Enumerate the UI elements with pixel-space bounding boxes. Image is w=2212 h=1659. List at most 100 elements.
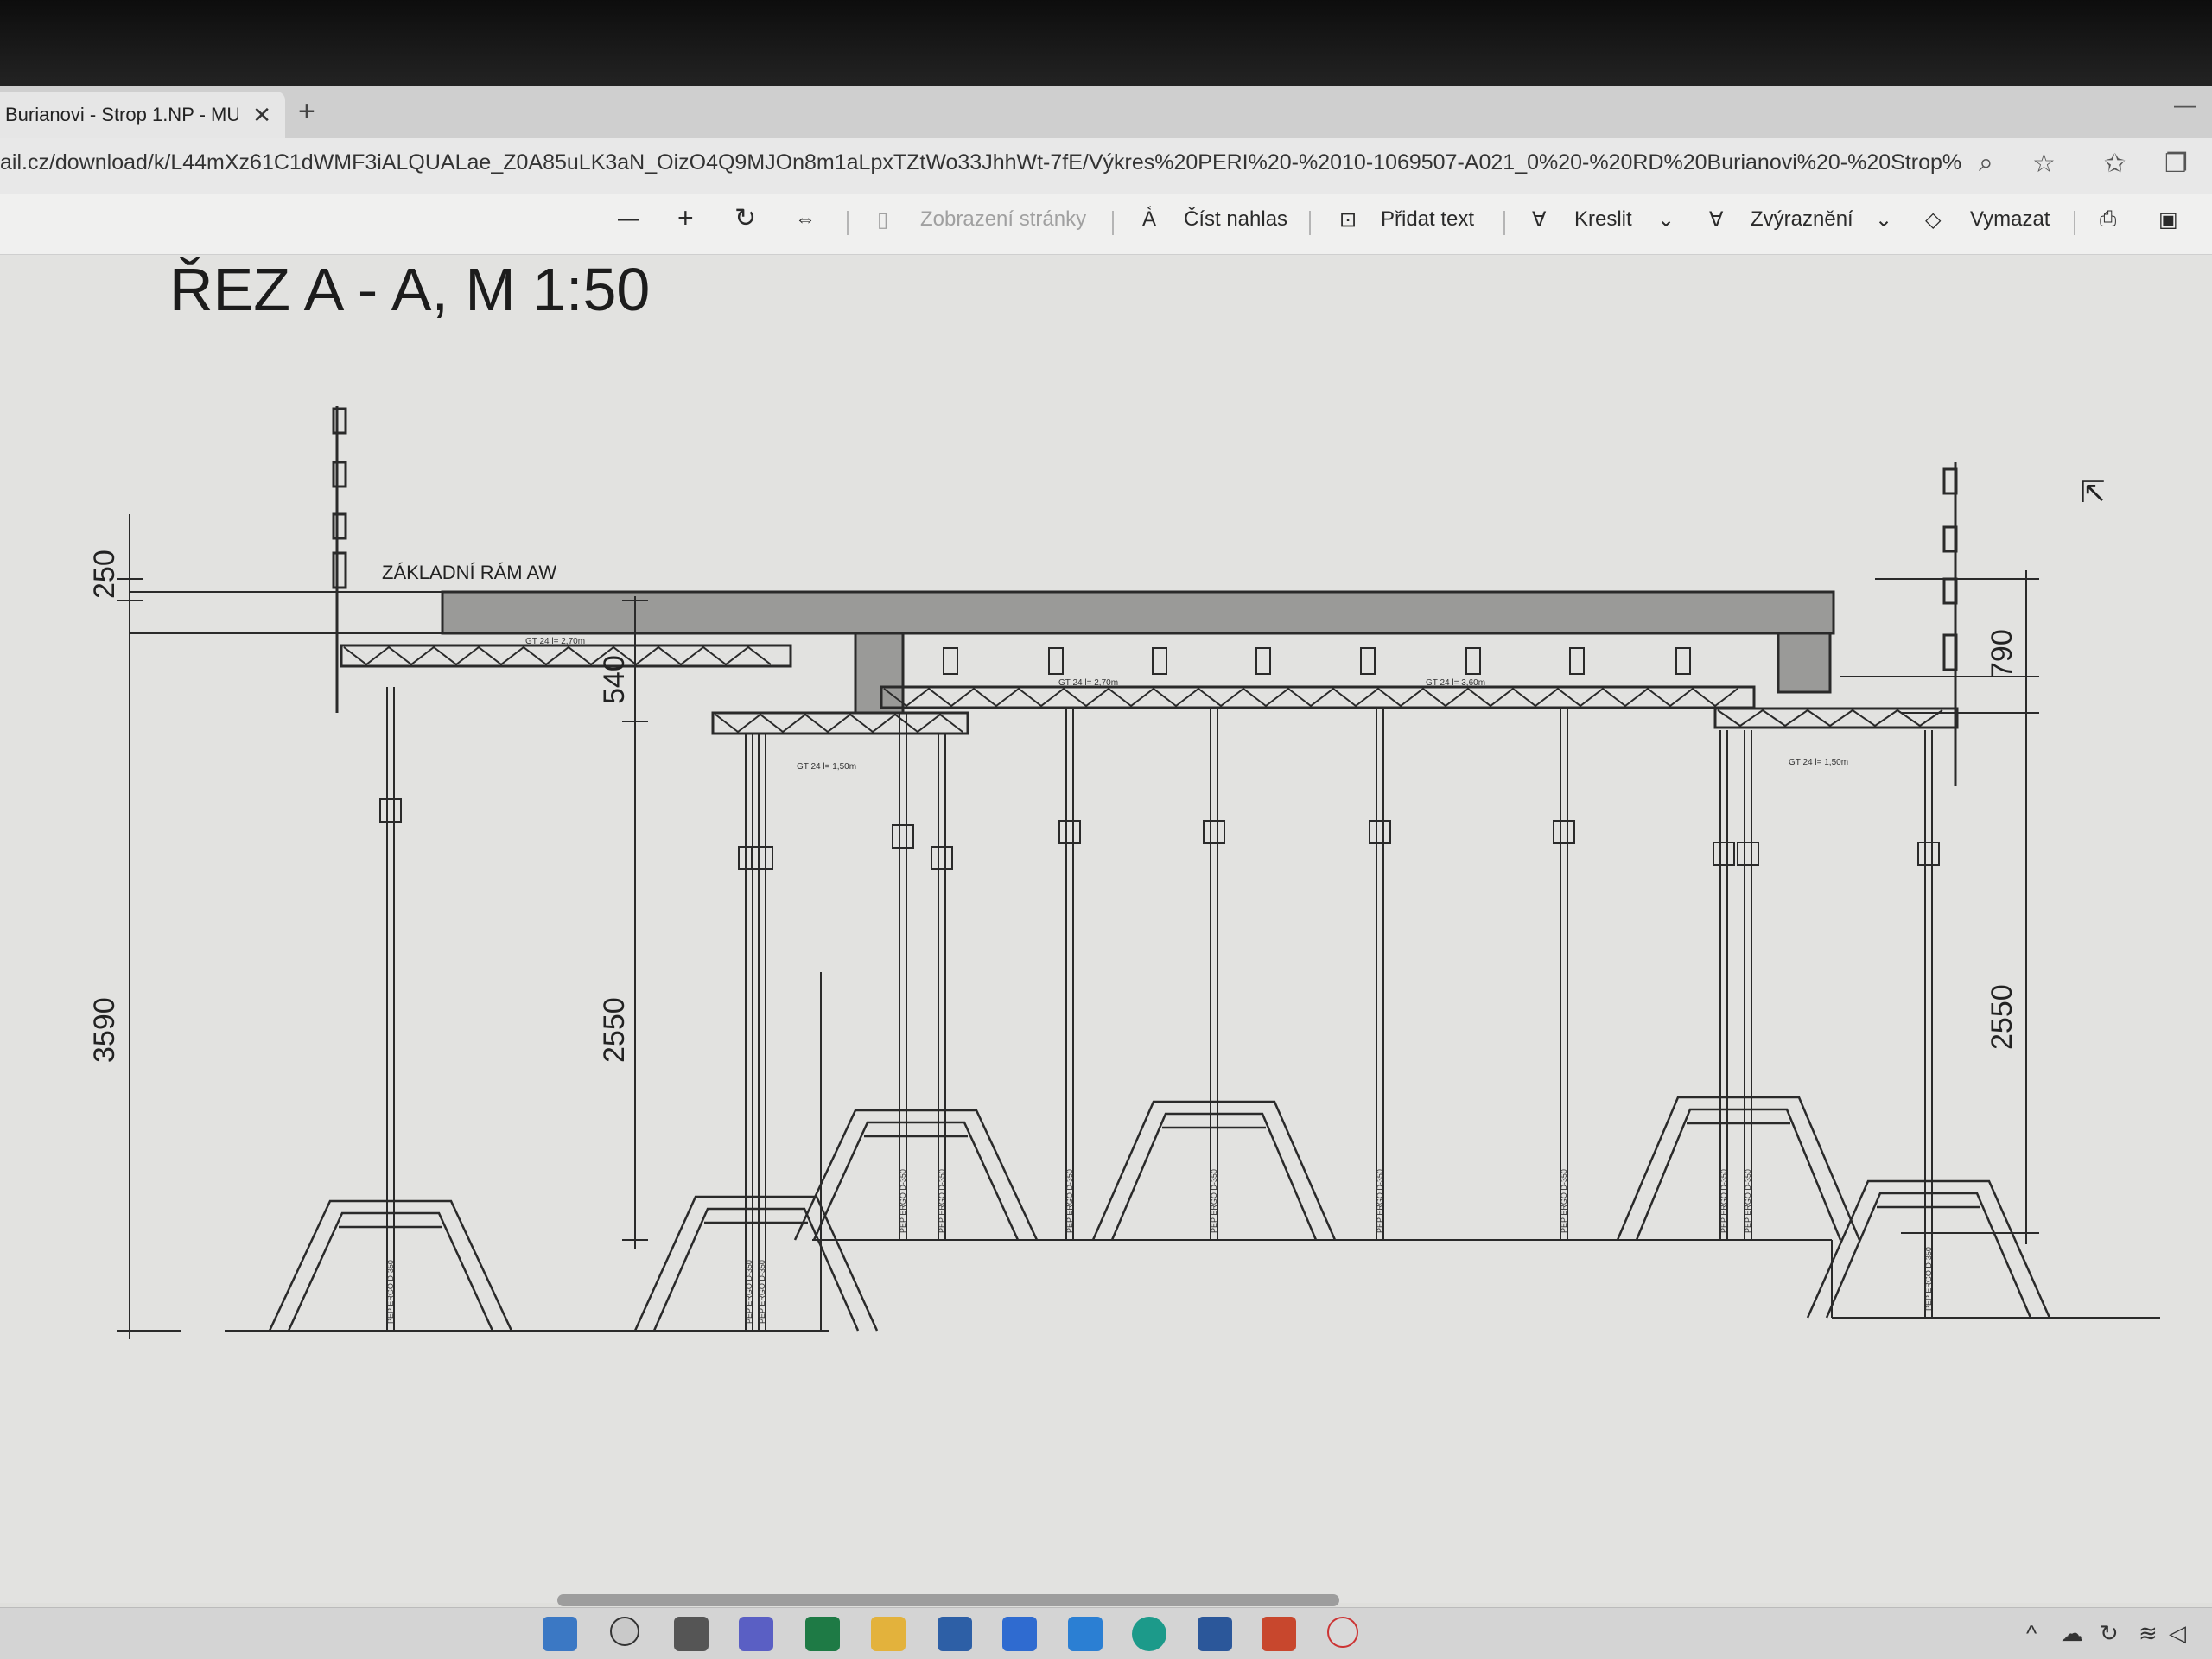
concrete-slab (441, 590, 1835, 635)
chevron-down-icon[interactable]: ⌄ (1875, 207, 1892, 232)
highlight-button[interactable]: Zvýraznění (1751, 207, 1853, 232)
url-field[interactable]: ail.cz/download/k/L44mXz61C1dWMF3iALQUAL… (0, 150, 1961, 175)
browser-tab[interactable]: Burianovi - Strop 1.NP - MUL ✕ (0, 92, 285, 138)
dimension-left (117, 514, 181, 1339)
mouse-cursor-icon: ⇱ (2081, 476, 2106, 509)
beam-head (1569, 647, 1585, 675)
prop-label: PEP ERGO D-350 (745, 1260, 753, 1324)
read-aloud-button[interactable]: Číst nahlas (1184, 207, 1287, 232)
eraser-icon: ◇ (1925, 208, 1942, 232)
draw-icon: ∀ (1532, 208, 1547, 232)
sync-icon[interactable]: ↻ (2100, 1620, 2119, 1647)
prop-clamp (931, 846, 953, 870)
dim-540: 540 (598, 655, 631, 704)
tripod (1616, 1096, 1861, 1241)
frame-label: ZÁKLADNÍ RÁM AW (382, 562, 556, 583)
prop-clamp (1058, 820, 1081, 844)
tab-title: Burianovi - Strop 1.NP - MUL (5, 104, 238, 125)
zoom-in-button[interactable]: + (677, 202, 694, 234)
chevron-down-icon[interactable]: ⌄ (1657, 207, 1675, 232)
tripod (793, 1109, 1039, 1241)
prop-clamp (1713, 842, 1735, 866)
beam-label: GT 24 l= 2,70m (1058, 678, 1118, 688)
prop-labels: PEP ERGO D-350 PEP ERGO D-350 PEP ERGO D-3… (386, 1169, 1933, 1324)
tab-close-icon[interactable]: ✕ (252, 102, 271, 129)
prop-clamp (1369, 820, 1391, 844)
tab-bar: Burianovi - Strop 1.NP - MUL ✕ + — (0, 86, 2212, 138)
toolbar-divider (1503, 211, 1505, 235)
prop-label: PEP ERGO D-350 (758, 1260, 766, 1324)
beam-label: GT 24 l= 2,70m (525, 637, 585, 646)
windows-taskbar: ^ ☁ ↻ ≋ ◁ (0, 1607, 2212, 1659)
right-guardrail (1942, 462, 1958, 786)
beam-label: GT 24 l= 1,50m (797, 762, 856, 772)
print-icon[interactable]: ⎙ (2100, 207, 2116, 232)
prop-label: PEP ERGO D-350 (1376, 1169, 1384, 1233)
onedrive-icon[interactable]: ☁ (2061, 1620, 2083, 1647)
page-view-button[interactable]: Zobrazení stránky (920, 207, 1086, 232)
tray-expand-icon[interactable]: ^ (2026, 1620, 2037, 1647)
prop-clamp (379, 798, 402, 823)
prop-label: PEP ERGO D-350 (1744, 1169, 1752, 1233)
favorites-icon[interactable]: ✩ (2104, 149, 2126, 179)
edge-icon[interactable] (1132, 1617, 1166, 1651)
add-text-icon: ⊡ (1339, 208, 1357, 232)
truss-web (343, 645, 772, 666)
start-icon[interactable] (543, 1617, 577, 1651)
app-icon[interactable] (1068, 1617, 1103, 1651)
prop-label: PEP ERGO D-350 (1065, 1169, 1074, 1233)
store-icon[interactable] (1002, 1617, 1037, 1651)
dim-3590: 3590 (88, 997, 121, 1063)
prop-clamp (1553, 820, 1575, 844)
toolbar-divider (847, 211, 849, 235)
task-view-icon[interactable] (674, 1617, 709, 1651)
prop-label: PEP ERGO D-350 (386, 1260, 395, 1324)
dim-250: 250 (88, 550, 121, 599)
monitor-bezel (0, 0, 2212, 86)
section-drawing: ZÁKLADNÍ RÁM AW 250 3590 540 2550 790 25… (88, 406, 2160, 1339)
prop-clamp (738, 846, 760, 870)
word-icon[interactable] (1198, 1617, 1232, 1651)
collections-icon[interactable]: ❐ (2164, 149, 2188, 179)
prop-clamp (892, 824, 914, 849)
beam-head (943, 647, 958, 675)
tripods-group (268, 1096, 2051, 1332)
add-favorite-icon[interactable]: ☆ (2032, 149, 2056, 179)
beam-heads (943, 647, 1691, 675)
address-bar: ail.cz/download/k/L44mXz61C1dWMF3iALQUAL… (0, 138, 2212, 194)
pdf-page: ŘEZ A - A, M 1:50 ZÁKLADNÍ RÁM AW 250 35… (0, 255, 2212, 1603)
page-view-icon: ▯ (877, 208, 889, 232)
powerpoint-icon[interactable] (1262, 1617, 1296, 1651)
excel-icon[interactable] (805, 1617, 840, 1651)
teams-icon[interactable] (739, 1617, 773, 1651)
prop-label: PEP ERGO D-350 (1560, 1169, 1568, 1233)
mail-icon[interactable] (938, 1617, 972, 1651)
dim-2550-right: 2550 (1986, 984, 2018, 1050)
pdf-toolbar: — + ↻ ⇔ ▯ Zobrazení stránky A᷾ Číst nahl… (0, 194, 2212, 255)
erase-button[interactable]: Vymazat (1970, 207, 2050, 232)
fit-width-icon[interactable]: ⇔ (795, 207, 816, 232)
tripod (633, 1195, 879, 1332)
add-text-button[interactable]: Přidat text (1381, 207, 1474, 232)
beam-label: GT 24 l= 1,50m (1789, 758, 1848, 767)
prop-label: PEP ERGO D-350 (938, 1169, 946, 1233)
volume-icon[interactable]: ◁ (2169, 1620, 2186, 1647)
read-aloud-icon: A᷾ (1142, 207, 1157, 231)
zoom-icon[interactable]: ⌕ (1979, 149, 1993, 178)
horizontal-scrollbar[interactable] (557, 1594, 1339, 1606)
save-icon[interactable]: ▣ (2158, 207, 2178, 232)
prop-label: PEP ERGO D-350 (899, 1169, 907, 1233)
wifi-icon[interactable]: ≋ (2139, 1620, 2158, 1647)
prop-clamp (1917, 842, 1940, 866)
draw-button[interactable]: Kreslit (1574, 207, 1632, 232)
minimize-button[interactable]: — (2174, 92, 2196, 118)
prop-label: PEP ERGO D-350 (1210, 1169, 1218, 1233)
search-icon[interactable] (610, 1617, 639, 1646)
toolbar-divider (1112, 211, 1114, 235)
new-tab-button[interactable]: + (298, 95, 315, 129)
file-explorer-icon[interactable] (871, 1617, 906, 1651)
app-s-icon[interactable] (1327, 1617, 1358, 1648)
toolbar-divider (1309, 211, 1311, 235)
zoom-out-button[interactable]: — (618, 207, 639, 232)
rotate-icon[interactable]: ↻ (734, 203, 756, 233)
